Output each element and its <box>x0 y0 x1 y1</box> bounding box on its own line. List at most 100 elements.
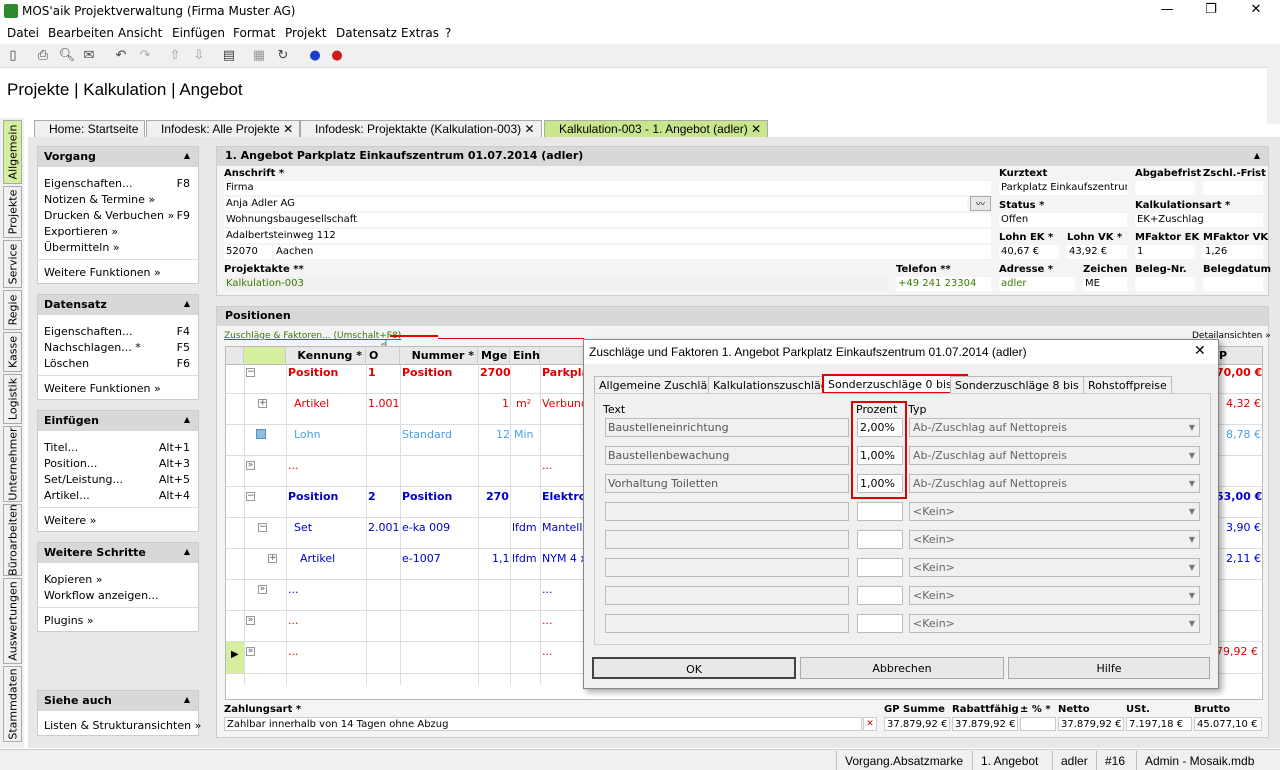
doc-tab-projektakte[interactable]: Infodesk: Projektakte (Kalkulation-003) … <box>300 120 542 137</box>
lohnvk-field[interactable]: 43,92 € <box>1067 245 1127 259</box>
close-button[interactable]: ✕ <box>1234 2 1278 20</box>
more-toggle-icon[interactable]: » <box>246 616 255 625</box>
print-icon[interactable]: ⎙ <box>34 48 52 64</box>
vorgang-eigenschaften[interactable]: Eigenschaften... F8 <box>38 175 198 191</box>
zuschlag-prozent-field[interactable]: 1,00% <box>857 446 903 465</box>
pm-field[interactable] <box>1020 717 1056 731</box>
zuschlag-typ-select[interactable]: <Kein> ▼ <box>909 586 1200 605</box>
collapse-icon[interactable]: ▲ <box>184 151 190 160</box>
undo-icon[interactable]: ↶ <box>112 48 130 64</box>
zuschlag-prozent-field[interactable]: 1,00% <box>857 474 903 493</box>
menu-ansicht[interactable]: Ansicht <box>118 26 162 40</box>
vtab-kasse[interactable]: Kasse <box>3 332 22 372</box>
anschrift-line2[interactable]: Anja Adler AG <box>224 197 967 211</box>
vtab-projekte[interactable]: Projekte <box>3 186 22 238</box>
zuschlag-text-field[interactable] <box>605 558 849 577</box>
einfuegen-weitere[interactable]: Weitere » <box>38 512 198 528</box>
menu-projekt[interactable]: Projekt <box>285 26 326 40</box>
tab-kalkulationszuschlaege[interactable]: Kalkulationszuschläge <box>708 376 840 394</box>
vtab-auswertungen[interactable]: Auswertungen <box>3 578 22 664</box>
calculator-icon[interactable]: ▦ <box>250 48 268 64</box>
schritte-kopieren[interactable]: Kopieren » <box>38 571 198 587</box>
table-row[interactable]: Set <box>294 521 312 534</box>
adresse-field[interactable]: adler <box>999 277 1075 291</box>
more-toggle-icon[interactable]: » <box>258 585 267 594</box>
dialog-close-icon[interactable]: ✕ <box>1194 343 1206 359</box>
close-icon[interactable]: ✕ <box>283 122 293 136</box>
belegdatum-field[interactable] <box>1203 277 1263 291</box>
col-kennung[interactable]: Kennung * <box>286 347 366 365</box>
projektakte-field[interactable]: Kalkulation-003 <box>224 277 887 291</box>
vtab-allgemein[interactable]: Allgemein <box>3 120 22 184</box>
zuschlag-text-field[interactable]: Baustellenbewachung <box>605 446 849 465</box>
zuschlag-typ-select[interactable]: <Kein> ▼ <box>909 558 1200 577</box>
expand-toggle-icon[interactable]: + <box>258 399 267 408</box>
close-icon[interactable]: ✕ <box>751 122 761 136</box>
ort-field[interactable]: Aachen <box>274 245 991 259</box>
maximize-button[interactable]: ❐ <box>1189 2 1233 20</box>
tab-sonderzuschlaege-0-7[interactable]: Sonderzuschläge 0 bis 7 <box>822 374 969 394</box>
vtab-regie[interactable]: Regie <box>3 290 22 330</box>
belegnr-field[interactable] <box>1135 277 1195 291</box>
table-row[interactable]: ... <box>288 614 299 627</box>
siehe-listen[interactable]: Listen & Strukturansichten » <box>38 717 201 733</box>
lohnek-field[interactable]: 40,67 € <box>999 245 1059 259</box>
zuschlag-text-field[interactable] <box>605 530 849 549</box>
datensatz-weitere[interactable]: Weitere Funktionen » <box>38 380 198 396</box>
menu-format[interactable]: Format <box>233 26 275 40</box>
status-field[interactable]: Offen <box>999 213 1127 227</box>
abgabefrist-field[interactable] <box>1135 181 1195 195</box>
einfuegen-artikel[interactable]: Artikel... Alt+4 <box>38 487 198 503</box>
collapse-toggle-icon[interactable]: − <box>246 492 255 501</box>
close-icon[interactable]: ✕ <box>524 122 534 136</box>
zschl-field[interactable] <box>1203 181 1263 195</box>
tab-rohstoffpreise[interactable]: Rohstoffpreise <box>1083 376 1172 394</box>
document-search-icon[interactable]: ▤ <box>220 48 238 64</box>
zuschlag-typ-select[interactable]: <Kein> ▼ <box>909 530 1200 549</box>
anschrift-line3[interactable]: Wohnungsbaugesellschaft <box>224 213 991 227</box>
refresh-icon[interactable]: ↻ <box>274 48 292 64</box>
collapse-icon[interactable]: ▲ <box>184 415 190 424</box>
zuschlag-typ-select[interactable]: Ab-/Zuschlag auf Nettopreis ▼ <box>909 446 1200 465</box>
menu-einfuegen[interactable]: Einfügen <box>172 26 225 40</box>
menu-datensatz[interactable]: Datensatz <box>336 26 397 40</box>
vtab-service[interactable]: Service <box>3 240 22 288</box>
zuschlag-typ-select[interactable]: Ab-/Zuschlag auf Nettopreis ▼ <box>909 418 1200 437</box>
zuschlag-text-field[interactable] <box>605 502 849 521</box>
telefon-field[interactable]: +49 241 23304 <box>896 277 991 291</box>
zuschlaege-link[interactable]: Zuschläge & Faktoren... (Umschalt+F8) <box>224 331 401 341</box>
col-nummer[interactable]: Nummer * <box>400 347 478 365</box>
plz-field[interactable]: 52070 <box>224 245 272 259</box>
zuschlag-text-field[interactable] <box>605 614 849 633</box>
kurztext-field[interactable]: Parkplatz Einkaufszentrum <box>999 181 1127 195</box>
zuschlag-typ-select[interactable]: Ab-/Zuschlag auf Nettopreis ▼ <box>909 474 1200 493</box>
preview-icon[interactable]: 🔍︎ <box>58 48 76 64</box>
zuschlag-typ-select[interactable]: <Kein> ▼ <box>909 614 1200 633</box>
move-down-icon[interactable]: ⇩ <box>190 48 208 64</box>
datensatz-loeschen[interactable]: Löschen F6 <box>38 355 198 371</box>
datensatz-eigenschaften[interactable]: Eigenschaften... F4 <box>38 323 198 339</box>
vorgang-drucken[interactable]: Drucken & Verbuchen » F9 <box>38 207 198 223</box>
zuschlag-text-field[interactable]: Vorhaltung Toiletten <box>605 474 849 493</box>
collapse-icon[interactable]: ▲ <box>184 299 190 308</box>
zuschlag-prozent-field[interactable] <box>857 614 903 633</box>
col-gp[interactable]: P <box>1216 347 1262 365</box>
zuschlag-prozent-field[interactable]: 2,00% <box>857 418 903 437</box>
anschrift-line1[interactable]: Firma <box>224 181 991 195</box>
doc-tab-home[interactable]: Home: Startseite <box>34 120 146 137</box>
minimize-button[interactable]: — <box>1145 2 1189 20</box>
doc-tab-alle-projekte[interactable]: Infodesk: Alle Projekte ✕ <box>146 120 301 137</box>
col-mge[interactable]: Mge <box>478 347 510 365</box>
doc-tab-kalkulation[interactable]: Kalkulation-003 - 1. Angebot (adler) ✕ <box>544 120 769 137</box>
kalkart-field[interactable]: EK+Zuschlag <box>1135 213 1263 227</box>
tab-allgemeine-zuschlaege[interactable]: Allgemeine Zuschläge <box>594 376 726 394</box>
zuschlag-prozent-field[interactable] <box>857 558 903 577</box>
einfuegen-set[interactable]: Set/Leistung... Alt+5 <box>38 471 198 487</box>
collapse-icon[interactable]: ▲ <box>1254 151 1260 160</box>
datensatz-nachschlagen[interactable]: Nachschlagen... * F5 <box>38 339 198 355</box>
menu-bearbeiten[interactable]: Bearbeiten <box>48 26 114 40</box>
zuschlag-prozent-field[interactable] <box>857 530 903 549</box>
collapse-icon[interactable]: ▲ <box>184 695 190 704</box>
table-row[interactable]: Position <box>288 366 338 379</box>
menu-extras[interactable]: Extras <box>401 26 439 40</box>
